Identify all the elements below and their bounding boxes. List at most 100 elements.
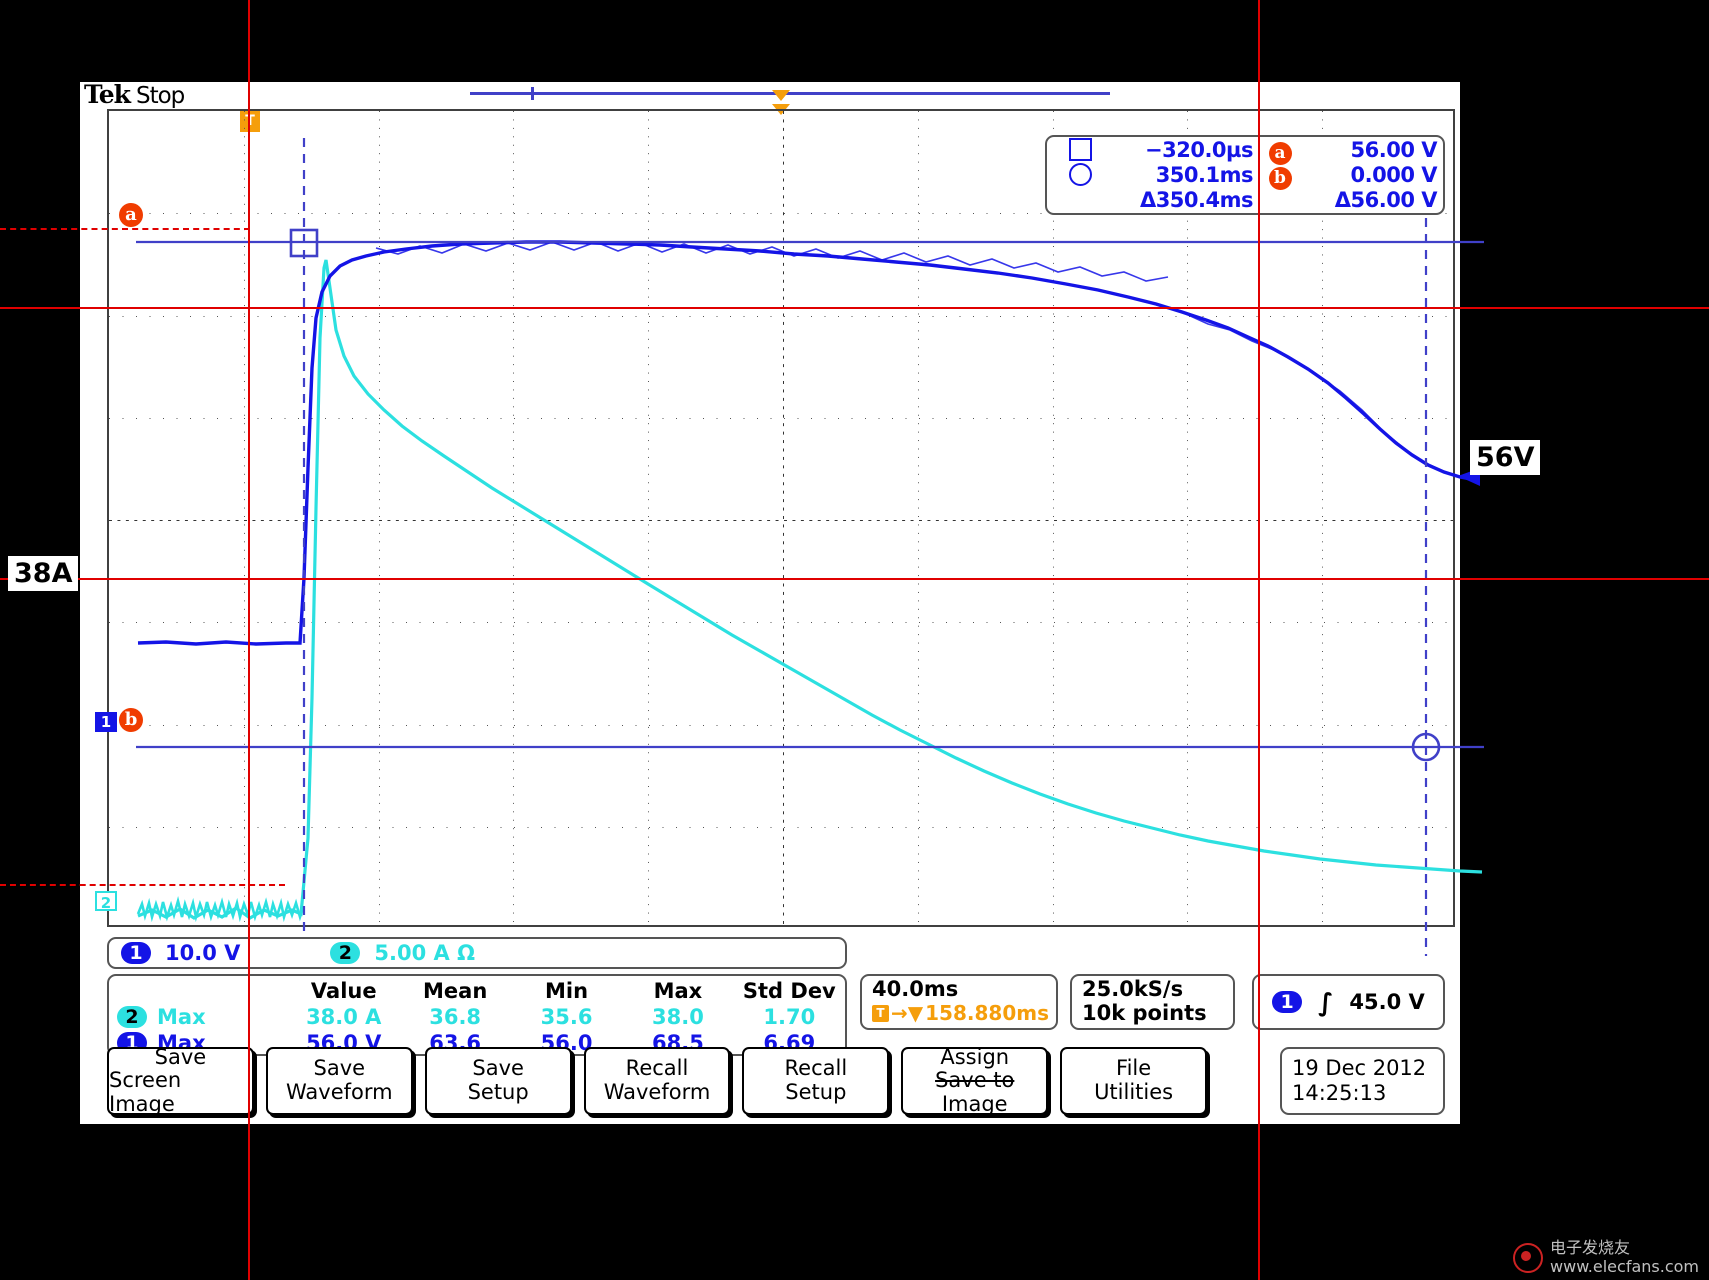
recall-setup-button[interactable]: Recall Setup: [742, 1047, 890, 1115]
btn-line1: Recall: [625, 1056, 689, 1081]
cursor-a-time: −320.0µs: [1145, 138, 1253, 162]
current-annotation-label: 38A: [8, 556, 79, 591]
scope-header: Tek Stop: [84, 80, 185, 110]
btn-line2: Waveform: [603, 1080, 711, 1104]
file-utilities-button[interactable]: File Utilities: [1060, 1047, 1208, 1115]
ch1-noise-band-2: [1185, 313, 1473, 480]
cursor-row-delta: Δ350.4ms Δ56.00 V: [1057, 188, 1443, 213]
save-screen-image-button[interactable]: Save Screen Image: [107, 1044, 254, 1116]
btn-line1: Recall: [784, 1056, 848, 1081]
measurement-col-value: Value: [310, 979, 377, 1003]
recall-waveform-button[interactable]: Recall Waveform: [583, 1047, 731, 1115]
watermark-line1: 电子发烧友: [1550, 1238, 1631, 1258]
save-setup-button[interactable]: Save Setup: [424, 1047, 572, 1115]
cursor-b-marker-icon: b: [1253, 160, 1307, 190]
btn-line3: Image: [941, 1091, 1008, 1116]
measurement-header-row: Value Mean Min Max Std Dev: [109, 978, 845, 1004]
measurement-table: Value Mean Min Max Std Dev 2 Max 38.0 A …: [107, 974, 847, 1056]
trigger-level-arrow-top: [772, 90, 790, 101]
channel-1-scale-label: 10.0 V: [165, 941, 241, 965]
sample-rate-label: 25.0kS/s: [1082, 977, 1184, 1001]
trigger-settings-box[interactable]: 1 ∫ 45.0 V: [1252, 974, 1445, 1030]
btn-line2: Setup: [467, 1080, 529, 1104]
current-reference-line: [0, 578, 1709, 580]
record-view-tick: [531, 87, 534, 100]
channel-1-scale[interactable]: 1 10.0 V: [121, 941, 240, 965]
ch2-ground-marker[interactable]: 2: [95, 891, 117, 912]
datetime-box: 19 Dec 2012 14:25:13: [1280, 1047, 1445, 1115]
peak-current-dashed-line: [0, 228, 250, 230]
cursor-b-time: 350.1ms: [1155, 163, 1254, 187]
measurement-col-max: Max: [653, 979, 703, 1003]
btn-line2: Setup: [785, 1080, 847, 1104]
channel-2-scale-label: 5.00 A Ω: [374, 941, 475, 965]
save-waveform-button[interactable]: Save Waveform: [265, 1047, 413, 1115]
watermark: 电子发烧友 www.elecfans.com: [1513, 1238, 1699, 1276]
channel-scale-bar: 1 10.0 V 2 5.00 A Ω: [107, 937, 847, 969]
cursor-readout-box: −320.0µs a 56.00 V 350.1ms b 0.000 V Δ35…: [1045, 135, 1445, 215]
graticule: a b 1 2: [95, 109, 1484, 956]
cursor-a-badge[interactable]: a: [119, 203, 143, 227]
ch1-noise-band: [375, 241, 1169, 282]
ch2-mean: 36.8: [429, 1005, 482, 1029]
horizontal-settings-box[interactable]: 40.0ms T →▼ 158.880ms: [860, 974, 1058, 1030]
btn-line1: File: [1116, 1056, 1152, 1081]
baseline-current-dashed-line: [0, 884, 285, 886]
trigger-slope-icon: ∫: [1318, 987, 1334, 1017]
btn-line2: Waveform: [285, 1080, 393, 1104]
btn-line1: Save: [154, 1044, 207, 1069]
voltage-annotation-label: 56V: [1470, 440, 1541, 475]
square-cursor-icon: [1057, 137, 1103, 163]
watermark-line2: www.elecfans.com: [1550, 1256, 1699, 1276]
trigger-source-badge: 1: [1272, 991, 1303, 1013]
record-view-bar: [470, 92, 1110, 95]
ch1-ground-marker[interactable]: 1: [95, 712, 117, 732]
record-length-label: 10k points: [1082, 1001, 1207, 1025]
btn-line1: Assign: [940, 1044, 1010, 1069]
cursor-delta-voltage: Δ56.00 V: [1334, 188, 1438, 212]
acquisition-state-label: Stop: [135, 83, 185, 109]
cursor-b-vertical-line: [1258, 0, 1260, 1280]
voltage-reference-line: [0, 307, 1709, 309]
channel-2-badge-meas: 2: [117, 1006, 147, 1028]
turn-on-vertical-line: [248, 0, 250, 1280]
cursor-delta-time: Δ350.4ms: [1139, 188, 1254, 212]
cursor-b-badge[interactable]: b: [119, 708, 143, 732]
cursor-a-voltage: 56.00 V: [1350, 138, 1438, 162]
date-label: 19 Dec 2012: [1292, 1055, 1427, 1080]
btn-line2: Utilities: [1094, 1080, 1174, 1104]
channel-2-badge[interactable]: 2: [330, 942, 361, 964]
btn-line2: Screen Image: [109, 1068, 182, 1116]
btn-line1: Save: [313, 1056, 366, 1081]
measurement-col-std: Std Dev: [742, 979, 836, 1003]
trigger-level-label: 45.0 V: [1349, 990, 1425, 1014]
waveform-canvas: [136, 138, 1484, 956]
ch1-voltage-trace: [137, 240, 1477, 646]
ch2-min: 35.6: [540, 1005, 593, 1029]
measurement-row[interactable]: 2 Max 38.0 A 36.8 35.6 38.0 1.70: [109, 1004, 845, 1030]
assign-save-to-image-button[interactable]: Assign Save to Image: [901, 1044, 1049, 1116]
cursor-b-voltage: 0.000 V: [1350, 163, 1438, 187]
timebase-label: 40.0ms: [872, 977, 959, 1001]
trigger-position-readout: T →▼ 158.880ms: [872, 1001, 1056, 1025]
ch2-current-trace: [137, 259, 1483, 920]
btn-line2: Save to: [935, 1068, 1015, 1093]
ch2-value: 38.0 A: [306, 1005, 382, 1029]
oscilloscope-screen: Tek Stop T a b 1 2 −320.0µs a 56.00 V 35…: [80, 80, 1484, 1124]
tek-brand-logo: Tek: [84, 80, 131, 109]
time-label: 14:25:13: [1292, 1081, 1387, 1105]
cursor-row-b: 350.1ms b 0.000 V: [1057, 160, 1443, 190]
soft-button-row: Save Screen Image Save Waveform Save Set…: [107, 1044, 1208, 1116]
cursor-row-a: −320.0µs a 56.00 V: [1057, 137, 1443, 165]
measurement-type-ch2: Max: [157, 1005, 206, 1029]
ch2-max: 38.0: [652, 1005, 704, 1029]
channel-1-badge[interactable]: 1: [121, 942, 151, 964]
circle-cursor-icon: [1057, 162, 1103, 188]
btn-line1: Save: [472, 1056, 524, 1081]
ch2-std: 1.70: [763, 1005, 816, 1029]
acquisition-settings-box[interactable]: 25.0kS/s 10k points: [1070, 974, 1235, 1030]
measurement-col-mean: Mean: [423, 979, 488, 1003]
measurement-col-min: Min: [545, 979, 589, 1003]
channel-2-scale[interactable]: 2 5.00 A Ω: [330, 941, 475, 965]
watermark-logo-icon: [1513, 1242, 1544, 1273]
